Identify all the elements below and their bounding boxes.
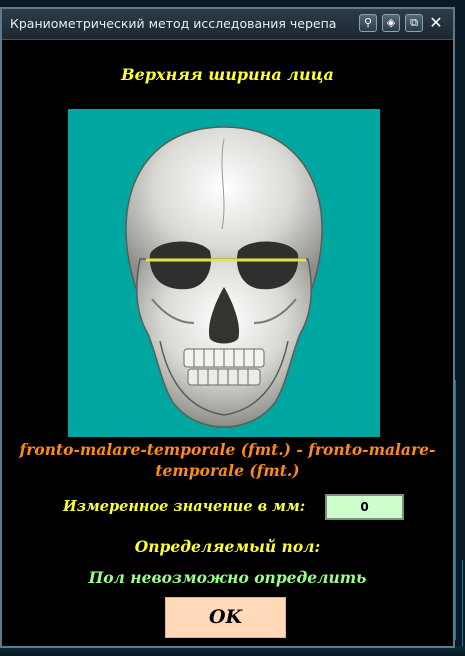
measurement-title: Верхняя ширина лица <box>121 65 334 84</box>
ok-button[interactable]: OK <box>165 597 286 638</box>
skull-image <box>68 109 380 437</box>
desktop-decor-line <box>455 380 456 640</box>
restore-icon[interactable]: ⧉ <box>405 14 423 32</box>
title-bar[interactable]: Краниометрический метод исследования чер… <box>2 9 453 40</box>
measurement-points-label: fronto-malare-temporale (fmt.) - fronto-… <box>19 440 436 480</box>
pin-icon[interactable]: ⚲ <box>359 14 377 32</box>
measured-value-field[interactable]: 0 <box>325 494 404 520</box>
measured-value-label: Измеренное значение в мм: <box>63 498 306 515</box>
dialog-window: Краниометрический метод исследования чер… <box>0 7 455 648</box>
sex-result: Пол невозможно определить <box>88 568 367 587</box>
sex-label: Определяемый пол: <box>134 537 321 556</box>
skull-illustration <box>125 126 323 428</box>
settings-icon[interactable]: ◈ <box>382 14 400 32</box>
close-icon[interactable]: ✕ <box>427 14 445 32</box>
window-title: Краниометрический метод исследования чер… <box>10 16 337 31</box>
desktop-decor-line <box>462 560 463 650</box>
